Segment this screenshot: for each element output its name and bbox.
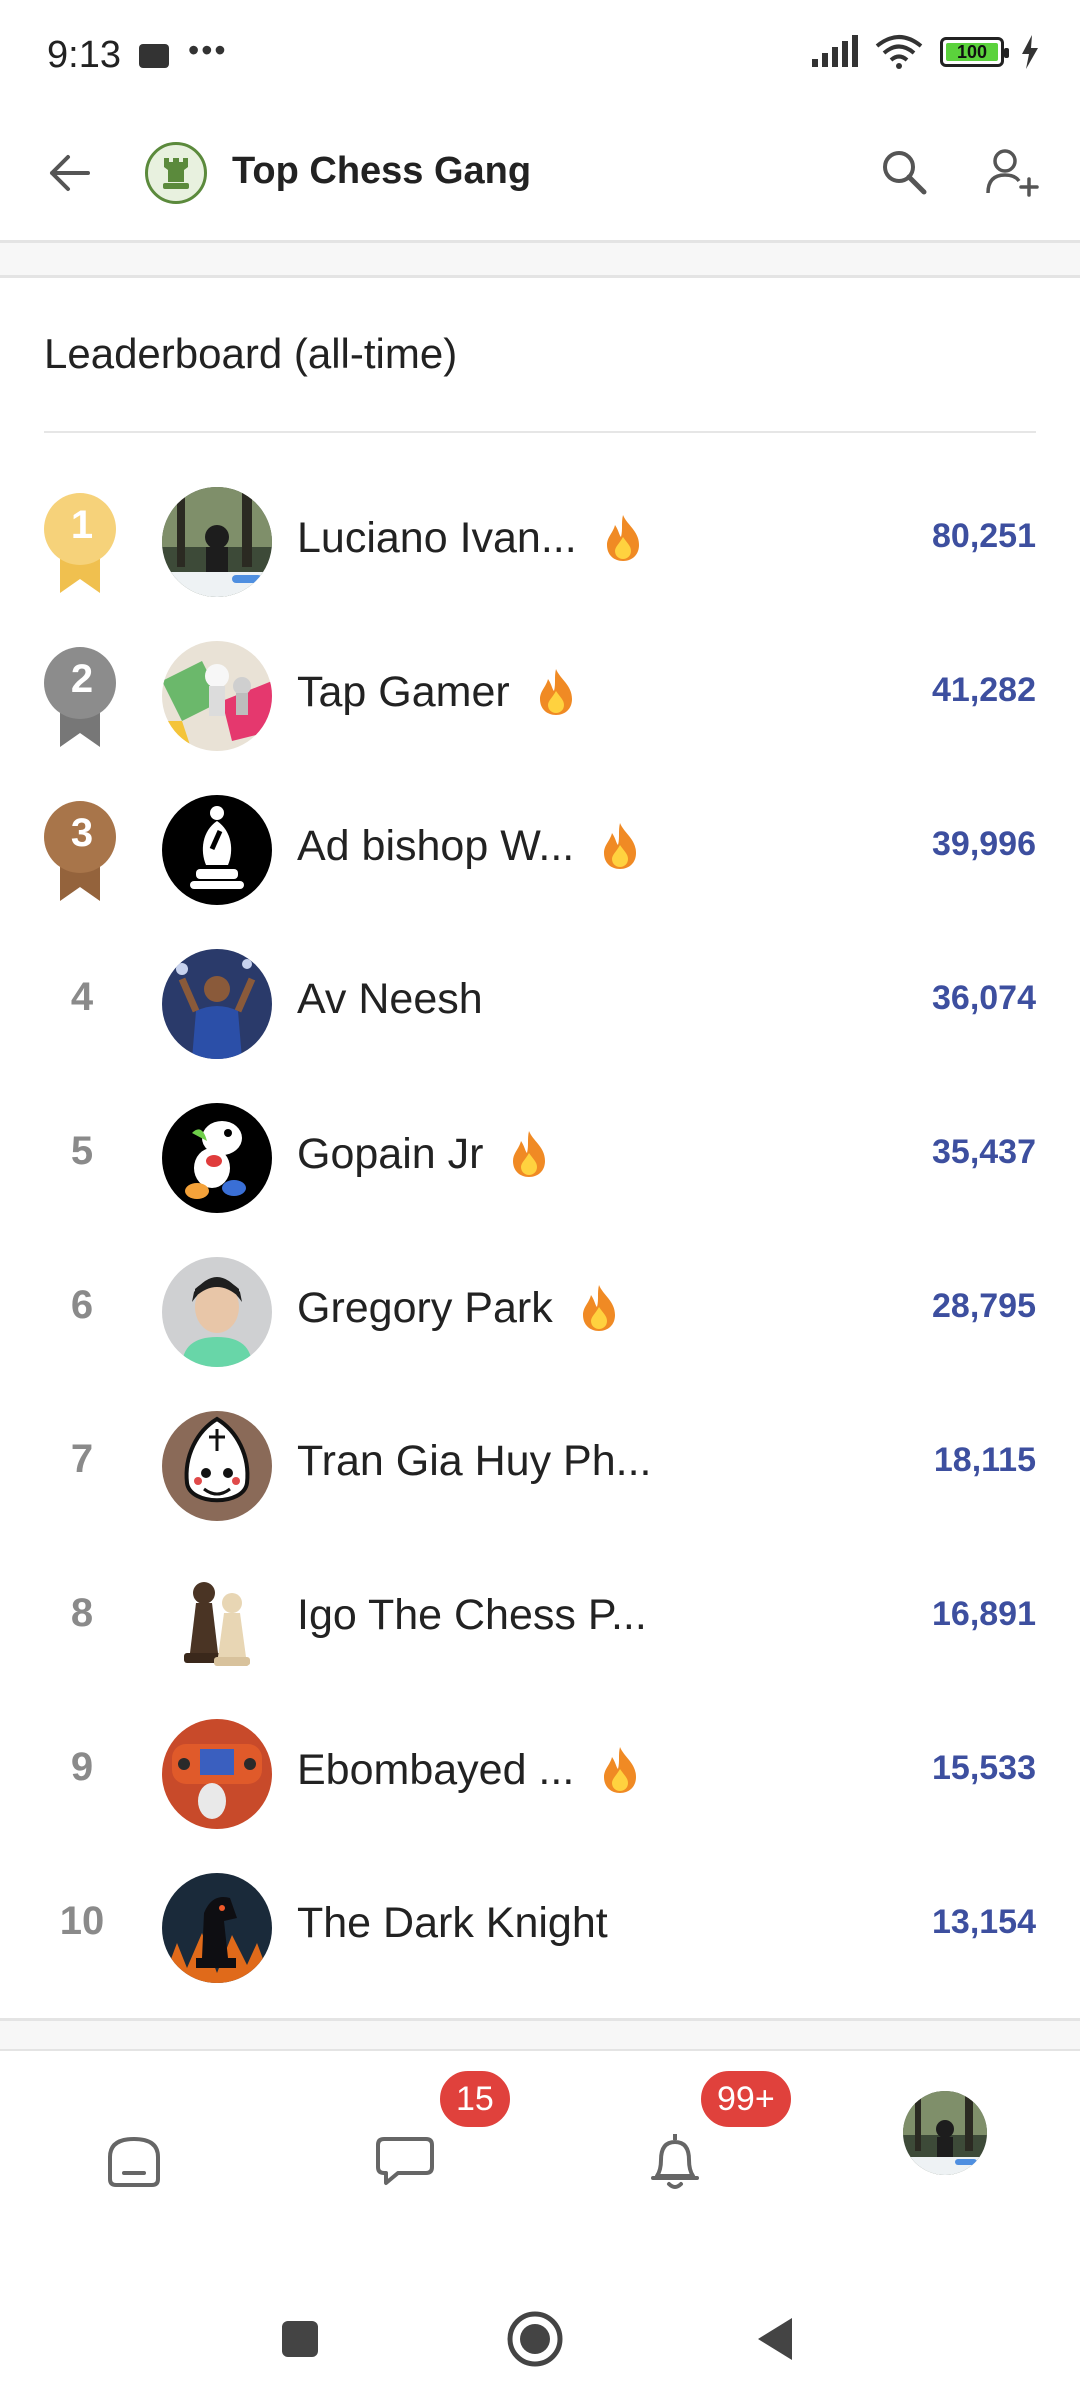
notifications-badge: 99+: [697, 2067, 795, 2131]
leaderboard-row[interactable]: 8 Igo The Chess P... 16,891: [0, 1543, 1080, 1697]
bell-icon: [651, 2134, 699, 2189]
player-score: 16,891: [932, 1595, 1036, 1633]
search-icon: [883, 151, 927, 195]
status-bar: 9:13 ••• 100: [0, 0, 1080, 110]
player-name: The Dark Knight: [297, 1899, 608, 1947]
system-navigation-bar: [0, 2271, 1080, 2400]
battery-icon: 100: [940, 37, 1009, 67]
avatar[interactable]: [162, 487, 272, 597]
divider: [0, 275, 1080, 278]
avatar[interactable]: [162, 1873, 272, 1983]
player-name: Ebombayed ...: [297, 1745, 575, 1794]
rank-number: 8: [70, 1591, 94, 1635]
add-member-button[interactable]: [980, 140, 1044, 204]
fire-streak-icon: [604, 1747, 637, 1793]
nav-home[interactable]: [84, 2111, 184, 2211]
fire-streak-icon: [604, 823, 637, 869]
player-score: 39,996: [932, 825, 1036, 863]
player-score: 28,795: [932, 1287, 1036, 1325]
player-name: Luciano Ivan...: [297, 513, 577, 562]
rank-number: 4: [70, 975, 94, 1019]
charging-icon: [1022, 35, 1038, 69]
section-gap: [0, 2021, 1080, 2049]
leaderboard-row[interactable]: 10 The Dark Knight 13,154: [0, 1851, 1080, 2005]
fire-streak-icon: [539, 669, 572, 715]
avatar[interactable]: [162, 795, 272, 905]
signal-icon: [812, 35, 858, 67]
fire-streak-icon: [606, 515, 639, 561]
avatar[interactable]: [162, 1103, 272, 1213]
battery-level: 100: [946, 42, 998, 62]
square-icon: [282, 2321, 318, 2357]
home-system-button[interactable]: [505, 2309, 565, 2369]
rank-number: 1: [70, 503, 94, 547]
player-name: Tran Gia Huy Ph...: [297, 1437, 652, 1485]
rank-number: 7: [70, 1437, 94, 1481]
avatar[interactable]: [162, 949, 272, 1059]
page-title[interactable]: Top Chess Gang: [232, 150, 531, 193]
arrow-left-icon: [50, 155, 90, 191]
leaderboard-row[interactable]: 5 Gopain Jr 35,437: [0, 1081, 1080, 1235]
leaderboard-row[interactable]: 4 Av Neesh 36,074: [0, 927, 1080, 1081]
notification-icon: [139, 44, 169, 68]
leaderboard-list: 1 Luciano Ivan... 80,251 2 Tap Gamer 41,…: [0, 465, 1080, 2005]
fire-streak-icon: [513, 1131, 546, 1177]
player-name: Gregory Park: [297, 1283, 553, 1332]
player-name: Gopain Jr: [297, 1129, 484, 1178]
avatar[interactable]: [162, 1719, 272, 1829]
club-logo[interactable]: [145, 142, 207, 204]
more-notifications-icon: •••: [188, 32, 228, 68]
rank-number: 5: [70, 1129, 94, 1173]
player-score: 35,437: [932, 1133, 1036, 1171]
triangle-back-icon: [758, 2318, 792, 2360]
status-time: 9:13: [47, 34, 121, 76]
nav-profile-avatar[interactable]: [903, 2091, 987, 2175]
leaderboard-row[interactable]: 3 Ad bishop W... 39,996: [0, 773, 1080, 927]
chat-icon: [376, 2137, 434, 2185]
circle-icon: [507, 2311, 563, 2367]
player-score: 13,154: [932, 1903, 1036, 1941]
rank-number: 6: [70, 1283, 94, 1327]
rank-number: 2: [70, 657, 94, 701]
rank-number: 9: [70, 1745, 94, 1789]
player-score: 18,115: [933, 1441, 1036, 1479]
app-header: Top Chess Gang: [0, 110, 1080, 240]
avatar[interactable]: [162, 1565, 272, 1675]
player-score: 80,251: [932, 517, 1036, 555]
nav-notifications[interactable]: [625, 2111, 725, 2211]
leaderboard-row[interactable]: 9 Ebombayed ... 15,533: [0, 1697, 1080, 1851]
add-person-icon: [986, 149, 1039, 197]
bottom-navigation: 15 99+: [0, 2051, 1080, 2271]
leaderboard-row[interactable]: 7 Tran Gia Huy Ph... 18,115: [0, 1389, 1080, 1543]
player-name: Ad bishop W...: [297, 821, 575, 870]
chess-rook-icon: [163, 158, 189, 189]
rank-number: 3: [70, 811, 94, 855]
leaderboard-title: Leaderboard (all-time): [44, 330, 458, 377]
player-name: Igo The Chess P...: [297, 1591, 647, 1639]
avatar[interactable]: [162, 1257, 272, 1367]
nav-chats[interactable]: [355, 2111, 455, 2211]
divider: [44, 431, 1036, 433]
recents-button[interactable]: [270, 2309, 330, 2369]
player-score: 15,533: [932, 1749, 1036, 1787]
player-name: Tap Gamer: [297, 667, 510, 716]
player-score: 36,074: [932, 979, 1036, 1017]
leaderboard-row[interactable]: 1 Luciano Ivan... 80,251: [0, 465, 1080, 619]
fire-streak-icon: [582, 1285, 615, 1331]
leaderboard-row[interactable]: 2 Tap Gamer 41,282: [0, 619, 1080, 773]
back-system-button[interactable]: [745, 2309, 805, 2369]
player-score: 41,282: [932, 671, 1036, 709]
player-name: Av Neesh: [297, 975, 483, 1023]
wifi-icon: [875, 35, 923, 69]
avatar[interactable]: [162, 1411, 272, 1521]
avatar[interactable]: [162, 641, 272, 751]
back-button[interactable]: [40, 145, 96, 201]
section-gap: [0, 243, 1080, 275]
rank-number: 10: [59, 1899, 105, 1943]
search-button[interactable]: [872, 140, 936, 204]
home-icon: [108, 2136, 160, 2187]
leaderboard-row[interactable]: 6 Gregory Park 28,795: [0, 1235, 1080, 1389]
messages-badge: 15: [436, 2067, 514, 2131]
